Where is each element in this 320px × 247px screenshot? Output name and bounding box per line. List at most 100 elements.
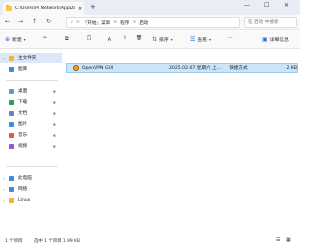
- file-type: 快捷方式: [229, 66, 248, 71]
- status-bar: 1 个项目 选中 1 个项目 1.99 KB ☰ ▦: [0, 235, 300, 247]
- sidebar-item-linux[interactable]: › Linux: [0, 195, 62, 205]
- cut-button[interactable]: ✂: [43, 36, 47, 41]
- window-tab[interactable]: C:\Users\Pi Network\AppData ×: [3, 2, 84, 15]
- back-button[interactable]: ←: [5, 18, 10, 25]
- linux-icon: [9, 197, 14, 203]
- sidebar-item-home[interactable]: › 主文件夹: [0, 53, 62, 63]
- minimize-button[interactable]: —: [244, 2, 250, 9]
- details-pane-button[interactable]: ▣ 详细信息: [262, 36, 289, 43]
- rename-button[interactable]: Ａ: [107, 36, 112, 43]
- videos-icon: [9, 143, 14, 149]
- divider: [6, 80, 58, 81]
- expand-chevron-icon[interactable]: ›: [3, 56, 5, 61]
- download-icon: [9, 99, 14, 105]
- more-options-button[interactable]: ···: [228, 36, 233, 41]
- expand-chevron-icon[interactable]: ›: [3, 187, 5, 192]
- divider: [6, 166, 58, 167]
- paste-button[interactable]: 📋: [86, 36, 92, 41]
- folder-icon: [6, 5, 12, 11]
- home-icon: [9, 55, 14, 61]
- sidebar-item-label: 主文件夹: [18, 56, 37, 61]
- rename-icon: Ａ: [107, 38, 112, 43]
- new-button[interactable]: ⊕ 新建 ▾: [5, 36, 26, 43]
- table-row[interactable]: OpenVPN GUI 2025.02.07 星期六 上... 快捷方式 2 K…: [66, 63, 298, 73]
- command-toolbar: ⊕ 新建 ▾ ✂ ⧉ 📋 Ａ ⇪ 🗑 ⇅ 排序 ▾ ☰ 查看 ▾ ··· ▣ 详细信息: [0, 31, 300, 49]
- sidebar-item-label: 图库: [18, 67, 28, 72]
- expand-chevron-icon[interactable]: ›: [3, 198, 5, 203]
- sidebar-item-label: 此电脑: [18, 176, 32, 181]
- sidebar-item-label: 图片: [18, 122, 28, 127]
- desktop-icon: [9, 88, 14, 94]
- pin-icon: ✱: [52, 99, 56, 105]
- sidebar-item-music[interactable]: 音乐 ✱: [0, 130, 62, 140]
- sidebar-item-label: 视频: [18, 144, 28, 149]
- sidebar-item-label: 桌面: [18, 89, 28, 94]
- close-window-button[interactable]: ✕: [284, 2, 289, 9]
- breadcrumb-separator: >: [75, 20, 80, 25]
- file-name: OpenVPN GUI: [81, 65, 114, 71]
- sidebar-item-label: Linux: [18, 197, 31, 203]
- breadcrumb-programs[interactable]: 程序: [120, 20, 129, 26]
- file-modified: 2025.02.07 星期六 上...: [169, 66, 221, 71]
- this-pc-icon: [9, 175, 14, 181]
- sort-label: 排序: [159, 38, 169, 43]
- tiles-view-icon[interactable]: ▦: [286, 237, 291, 243]
- documents-icon: [9, 110, 14, 116]
- cut-icon: ✂: [43, 36, 48, 41]
- breadcrumb-more[interactable]: ›: [71, 20, 73, 25]
- up-button[interactable]: ↑: [32, 18, 37, 25]
- view-icon: ☰: [190, 36, 196, 43]
- sidebar-item-videos[interactable]: 视频 ✱: [0, 141, 62, 151]
- selection-info: 选中 1 个项目 1.99 KB: [34, 239, 80, 244]
- pin-icon: ✱: [52, 121, 56, 127]
- file-list: OpenVPN GUI 2025.02.07 星期六 上... 快捷方式 2 K…: [62, 49, 300, 235]
- sidebar-item-downloads[interactable]: 下载 ✱: [0, 97, 62, 107]
- pin-icon: ✱: [52, 143, 56, 149]
- copy-icon: ⧉: [65, 37, 69, 42]
- details-icon: ▣: [262, 36, 268, 43]
- sidebar-item-this-pc[interactable]: › 此电脑: [0, 173, 62, 183]
- breadcrumb-start-menu[interactable]: 「开始」菜单: [83, 20, 111, 26]
- delete-icon: 🗑: [136, 36, 143, 41]
- share-button[interactable]: ⇪: [123, 36, 127, 41]
- sidebar-item-pictures[interactable]: 图片 ✱: [0, 119, 62, 129]
- pin-icon: ✱: [52, 110, 56, 116]
- sidebar-item-label: 网络: [18, 187, 28, 192]
- breadcrumb-separator: >: [113, 20, 118, 25]
- search-input[interactable]: 在 启动 中搜索: [244, 17, 297, 28]
- file-size: 2 KB: [286, 65, 297, 71]
- sort-button[interactable]: ⇅ 排序 ▾: [152, 36, 173, 43]
- sidebar-item-documents[interactable]: 文档 ✱: [0, 108, 62, 118]
- plus-icon: ⊕: [5, 36, 11, 43]
- gallery-icon: [9, 66, 14, 72]
- copy-button[interactable]: ⧉: [65, 36, 68, 42]
- new-tab-button[interactable]: +: [90, 3, 96, 11]
- pin-icon: ✱: [52, 132, 56, 138]
- sidebar-item-desktop[interactable]: 桌面 ✱: [0, 86, 62, 96]
- sidebar-item-network[interactable]: › 网络: [0, 184, 62, 194]
- address-bar[interactable]: › > 「开始」菜单 > 程序 > 启动: [66, 17, 240, 28]
- tab-close-button[interactable]: ×: [78, 6, 82, 12]
- delete-button[interactable]: 🗑: [136, 36, 142, 41]
- forward-button[interactable]: →: [18, 18, 23, 25]
- breadcrumb-startup[interactable]: 启动: [139, 20, 148, 26]
- share-icon: ⇪: [123, 36, 128, 41]
- maximize-button[interactable]: ☐: [264, 2, 269, 9]
- sort-icon: ⇅: [152, 36, 158, 43]
- tab-title: C:\Users\Pi Network\AppData: [15, 6, 75, 11]
- pictures-icon: [9, 121, 14, 127]
- music-icon: [9, 132, 14, 138]
- sidebar-item-label: 音乐: [18, 133, 28, 138]
- sidebar-item-label: 文档: [18, 111, 28, 116]
- expand-chevron-icon[interactable]: ›: [3, 176, 5, 181]
- item-count: 1 个项目: [5, 239, 23, 244]
- refresh-button[interactable]: ↻: [46, 18, 51, 25]
- details-view-icon[interactable]: ☰: [276, 237, 280, 243]
- view-button[interactable]: ☰ 查看 ▾: [190, 36, 211, 43]
- chevron-down-icon: ▾: [170, 37, 173, 42]
- navigation-bar: ← → ↑ ↻ › > 「开始」菜单 > 程序 > 启动 在 启动 中搜索: [0, 15, 300, 30]
- title-bar: C:\Users\Pi Network\AppData × + — ☐ ✕: [0, 0, 300, 15]
- sidebar-item-gallery[interactable]: 图库: [0, 64, 62, 74]
- pin-icon: ✱: [52, 88, 56, 94]
- chevron-down-icon: ▾: [23, 37, 26, 42]
